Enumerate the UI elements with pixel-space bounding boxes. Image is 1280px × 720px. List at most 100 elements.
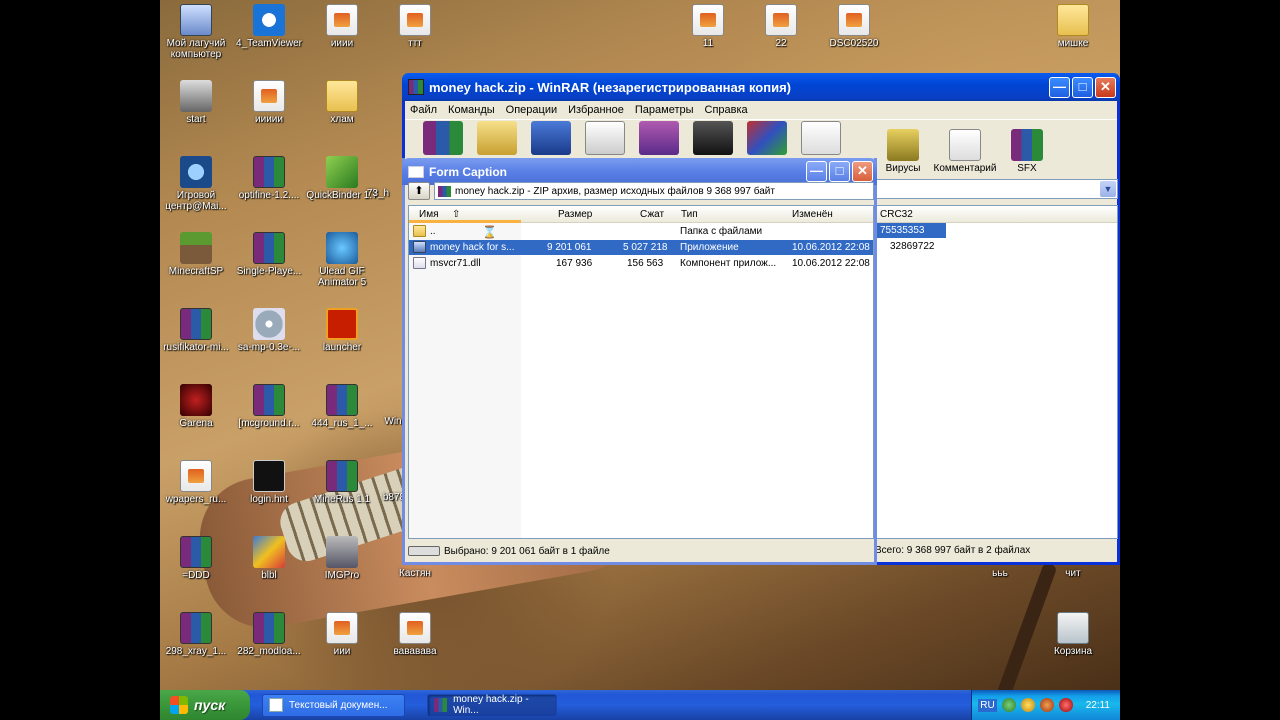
desktop-icon-minerus[interactable]: MineRus 1.1 bbox=[305, 460, 379, 505]
info-icon[interactable] bbox=[801, 121, 841, 155]
desktop-icon-bbb[interactable]: ььь bbox=[963, 568, 1037, 579]
up-folder-button[interactable]: ⬆ bbox=[408, 182, 430, 200]
security-tray-icon[interactable] bbox=[1058, 698, 1073, 712]
menu-commands[interactable]: Команды bbox=[448, 104, 495, 116]
close-button[interactable]: ✕ bbox=[1095, 76, 1116, 98]
column-packed[interactable]: Сжат bbox=[640, 209, 664, 220]
winrar-archive-icon bbox=[253, 612, 285, 644]
column-modified[interactable]: Изменён bbox=[792, 209, 833, 220]
desktop-icon-label: ииии bbox=[330, 38, 354, 49]
path-field[interactable]: money hack.zip - ZIP архив, размер исход… bbox=[434, 182, 874, 200]
winrar-titlebar[interactable]: money hack.zip - WinRAR (незарегистриров… bbox=[402, 73, 1120, 101]
desktop-icon-modloader[interactable]: 282_modloa... bbox=[232, 612, 306, 657]
desktop-icon-ttt[interactable]: ттт bbox=[378, 4, 452, 49]
desktop-icon-hlam[interactable]: хлам bbox=[305, 80, 379, 125]
start-button[interactable]: пуск bbox=[160, 690, 250, 720]
close-button[interactable]: ✕ bbox=[852, 161, 873, 182]
desktop-icon-444-rus[interactable]: 444_rus_1_... bbox=[305, 384, 379, 429]
maximize-button[interactable]: □ bbox=[829, 161, 850, 182]
minimize-button[interactable]: — bbox=[1049, 76, 1070, 98]
desktop-icon-label: Ulead GIF Animator 5 bbox=[317, 266, 367, 288]
desktop-icon-vavavava[interactable]: вававава bbox=[378, 612, 452, 657]
launcher-icon bbox=[326, 308, 358, 340]
clock[interactable]: 22:11 bbox=[1086, 700, 1110, 711]
desktop-icon-label: Корзина bbox=[1053, 646, 1093, 657]
delete-icon[interactable] bbox=[639, 121, 679, 155]
menu-file[interactable]: Файл bbox=[410, 104, 437, 116]
desktop-icon-blbl[interactable]: blbl bbox=[232, 536, 306, 581]
desktop-icon-22[interactable]: 22 bbox=[744, 4, 818, 49]
desktop-icon-recycle-bin[interactable]: Корзина bbox=[1036, 612, 1110, 657]
add-icon[interactable] bbox=[423, 121, 463, 155]
chevron-down-icon[interactable]: ▼ bbox=[1100, 181, 1116, 197]
desktop-icon-iiii[interactable]: ииии bbox=[305, 4, 379, 49]
desktop-icon-login-hnt[interactable]: login.hnt bbox=[232, 460, 306, 505]
desktop-icon-single-player[interactable]: Single-Playe... bbox=[232, 232, 306, 277]
taskbar-item-text-document[interactable]: Текстовый докумен... bbox=[262, 693, 405, 717]
desktop-icon-imgpro[interactable]: IMGPro bbox=[305, 536, 379, 581]
desktop-icon-iii[interactable]: иии bbox=[305, 612, 379, 657]
document-icon bbox=[326, 612, 358, 644]
desktop-icon-xray[interactable]: 298_xray_1... bbox=[160, 612, 233, 657]
menu-options[interactable]: Параметры bbox=[635, 104, 694, 116]
desktop-icon-launcher[interactable]: launcher bbox=[305, 308, 379, 353]
recycle-bin-icon bbox=[1057, 612, 1089, 644]
desktop-icon-rusifikator[interactable]: rusifikator-mi... bbox=[160, 308, 233, 353]
network-tray-icon[interactable] bbox=[1001, 698, 1016, 712]
exe-icon bbox=[413, 241, 426, 253]
sfx-button[interactable]: SFX bbox=[1005, 129, 1049, 174]
tray-app-icon[interactable] bbox=[1020, 698, 1035, 712]
volume-tray-icon[interactable] bbox=[1039, 698, 1054, 712]
winrar-archive-icon bbox=[180, 612, 212, 644]
desktop-icon-ulead[interactable]: Ulead GIF Animator 5 bbox=[305, 232, 379, 288]
file-name: msvcr71.dll bbox=[430, 258, 481, 269]
virus-scan-button[interactable]: Вирусы bbox=[881, 129, 925, 174]
list-item[interactable]: .. ⌛ Папка с файлами bbox=[409, 224, 873, 239]
desktop-icon-mcground[interactable]: [mcground.r... bbox=[232, 384, 306, 429]
desktop-icon-chit[interactable]: чит bbox=[1036, 568, 1110, 579]
desktop-icon-11[interactable]: 11 bbox=[671, 4, 745, 49]
menu-favorites[interactable]: Избранное bbox=[568, 104, 624, 116]
path-bar: ⬆ money hack.zip - ZIP архив, размер исх… bbox=[408, 181, 874, 201]
desktop-icon-ddd[interactable]: =DDD bbox=[160, 536, 233, 581]
desktop-icon-my-computer[interactable]: Мой лагучий компьютер bbox=[160, 4, 233, 60]
desktop-icon-start[interactable]: start bbox=[160, 80, 233, 125]
column-name[interactable]: Имя bbox=[419, 209, 438, 220]
desktop-icon-kastyan[interactable]: Кастян bbox=[378, 568, 452, 579]
file-list[interactable]: Имя ⇧ Размер Сжат Тип Изменён .. ⌛ Папка… bbox=[408, 205, 874, 539]
desktop-icon-wpapers[interactable]: wpapers_ru... bbox=[160, 460, 233, 505]
menu-operations[interactable]: Операции bbox=[506, 104, 557, 116]
language-indicator[interactable]: RU bbox=[978, 698, 997, 712]
desktop-icon-label: sa-mp-0.3e-... bbox=[237, 342, 301, 353]
installer-cd-icon bbox=[253, 308, 285, 340]
desktop-icon-dsc02520[interactable]: DSC02520 bbox=[817, 4, 891, 49]
desktop-icon-sa-mp[interactable]: sa-mp-0.3e-... bbox=[232, 308, 306, 353]
desktop-icon-game-center[interactable]: Игровой центр@Mai... bbox=[160, 156, 233, 212]
minimize-button[interactable]: — bbox=[806, 161, 827, 182]
desktop-icon-iiiii[interactable]: иииии bbox=[232, 80, 306, 125]
rar-address-bar[interactable]: ▼ bbox=[875, 179, 1118, 199]
list-item[interactable]: msvcr71.dll 167 936 156 563 Компонент пр… bbox=[409, 256, 873, 271]
wizard-icon[interactable] bbox=[747, 121, 787, 155]
list-item[interactable]: money hack for s... 9 201 061 5 027 218 … bbox=[409, 240, 873, 255]
column-size[interactable]: Размер bbox=[558, 209, 592, 220]
rar-file-list[interactable]: CRC32 75535353 32869722 bbox=[875, 205, 1118, 539]
column-type[interactable]: Тип bbox=[681, 209, 698, 220]
comment-button[interactable]: Комментарий bbox=[933, 129, 997, 174]
column-crc32[interactable]: CRC32 bbox=[880, 209, 913, 220]
desktop-icon-optifine[interactable]: optifine-1.2.... bbox=[232, 156, 306, 201]
maximize-button[interactable]: □ bbox=[1072, 76, 1093, 98]
desktop-icon-73h[interactable]: 73_h bbox=[358, 188, 398, 199]
desktop-icon-teamviewer[interactable]: 4_TeamViewer bbox=[232, 4, 306, 49]
desktop-icon-minecraftsp[interactable]: MinecraftSP bbox=[160, 232, 233, 277]
find-icon[interactable] bbox=[693, 121, 733, 155]
desktop-icon-mishke[interactable]: мишке bbox=[1036, 4, 1110, 49]
hnt-icon bbox=[253, 460, 285, 492]
menu-help[interactable]: Справка bbox=[705, 104, 748, 116]
extract-icon[interactable] bbox=[477, 121, 517, 155]
test-icon[interactable] bbox=[531, 121, 571, 155]
taskbar-item-winrar[interactable]: money hack.zip - Win... bbox=[427, 693, 557, 717]
desktop-icon-label: Кастян bbox=[399, 568, 431, 579]
desktop-icon-garena[interactable]: Garena bbox=[160, 384, 233, 429]
view-icon[interactable] bbox=[585, 121, 625, 155]
